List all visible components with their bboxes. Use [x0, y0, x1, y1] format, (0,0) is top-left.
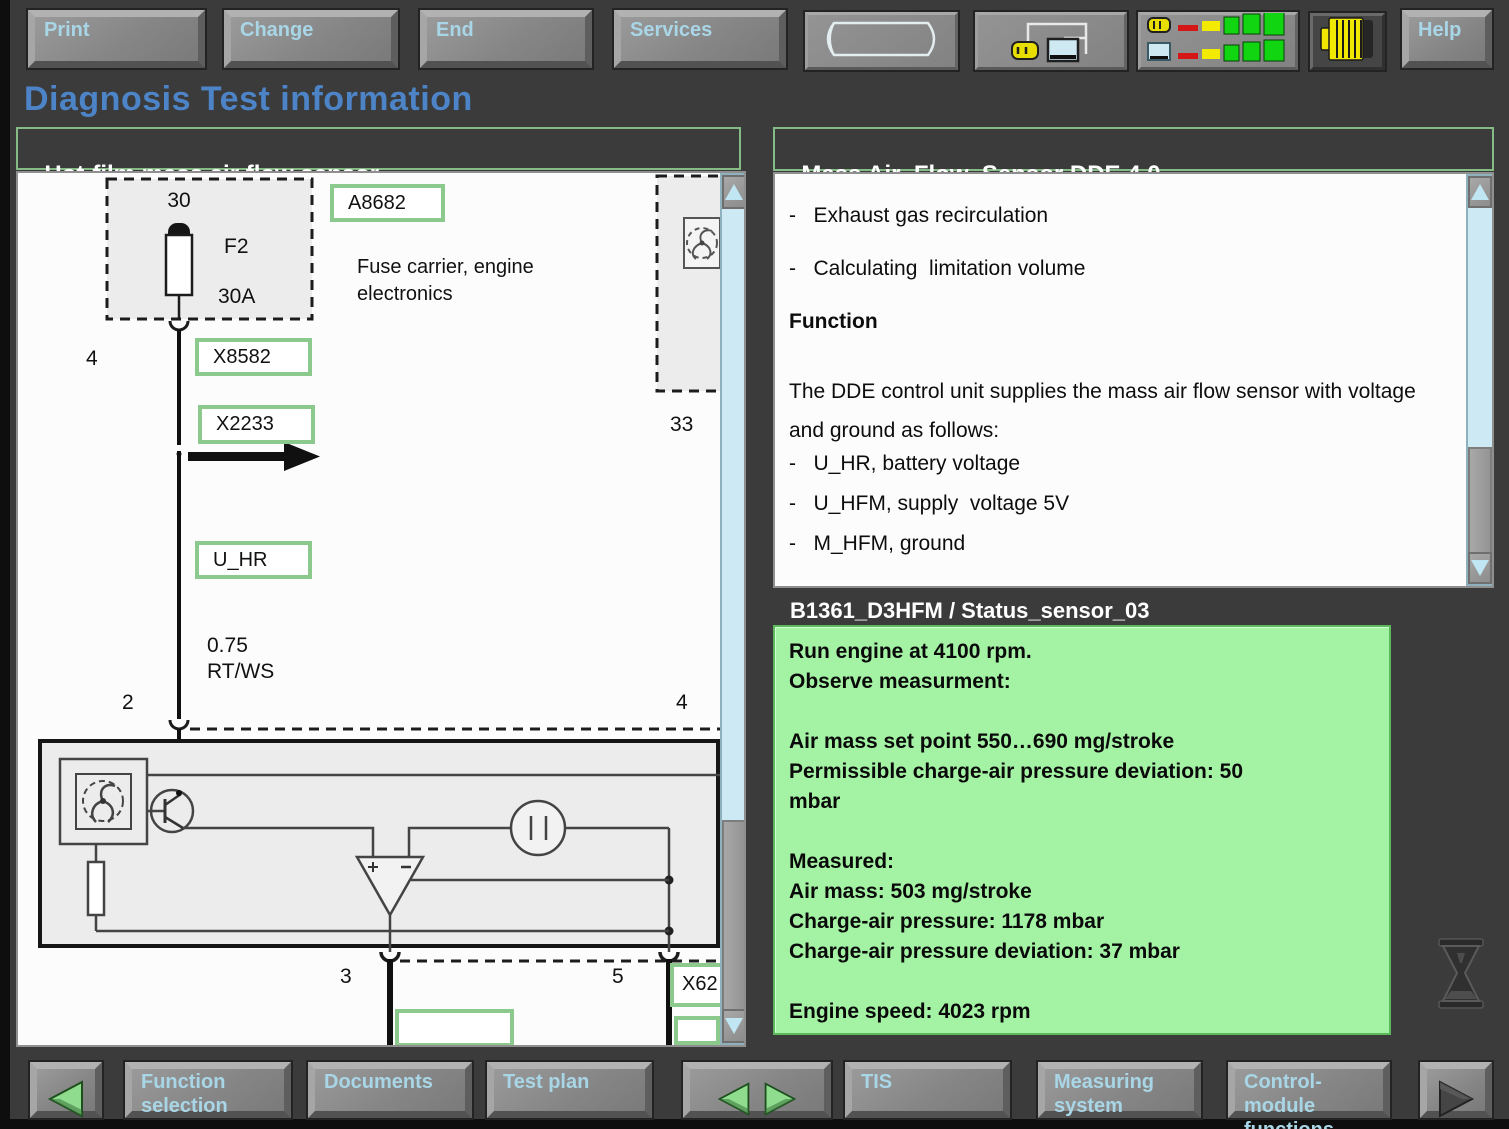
nav-right-arrow-icon	[762, 1057, 798, 1123]
hourglass-icon	[1427, 933, 1495, 1015]
measuring-system-button[interactable]: Measuring system	[1038, 1062, 1201, 1118]
connector-button[interactable]	[1310, 13, 1385, 70]
info-supply-uhfm: - U_HFM, supply voltage 5V	[789, 492, 1069, 516]
diagram-scroll-down-button[interactable]	[722, 1009, 746, 1043]
scroll-down-icon	[1471, 560, 1489, 576]
change-button[interactable]: Change	[224, 10, 398, 68]
documents-label: Documents	[324, 1071, 433, 1093]
info-panel: - Exhaust gas recirculation - Calculatin…	[773, 172, 1494, 588]
info-function-text: The DDE control unit supplies the mass a…	[789, 372, 1416, 450]
control-module-functions-label: Control-module functions	[1244, 1071, 1334, 1129]
measurement-panel: Run engine at 4100 rpm. Observe measurme…	[773, 625, 1391, 1035]
function-selection-label: Function selection	[141, 1071, 228, 1117]
diagram-scrollbar[interactable]	[720, 173, 746, 1045]
component-box-a8682: A8682	[330, 184, 445, 222]
help-button[interactable]: Help	[1402, 10, 1492, 68]
diagram-scroll-up-button[interactable]	[722, 175, 746, 209]
hose-icon	[816, 18, 948, 65]
back-arrow-icon	[46, 1056, 86, 1124]
control-module-functions-button[interactable]: Control-module functions	[1228, 1062, 1390, 1118]
page-title: Diagnosis Test information	[24, 80, 473, 119]
print-button[interactable]: Print	[28, 10, 205, 68]
component-box-empty-2	[674, 1016, 720, 1045]
fuse-rating-label: 30A	[218, 285, 255, 309]
fuse-carrier-note: Fuse carrier, engine electronics	[357, 254, 534, 308]
diagnosis-screen: { "colors": { "accent_blue": "#4d84c8", …	[0, 0, 1509, 1129]
component-box-u-hr: U_HR	[195, 541, 312, 579]
status-header: B1361_D3HFM / Status_sensor_03	[790, 598, 1150, 624]
connection-diagram-button[interactable]	[975, 12, 1127, 70]
function-selection-button[interactable]: Function selection	[125, 1062, 291, 1118]
info-scrollbar-thumb[interactable]	[1468, 447, 1492, 555]
services-button[interactable]: Services	[614, 10, 786, 68]
nav-left-arrow-icon	[716, 1057, 752, 1123]
signal-quality-icon	[1146, 13, 1290, 70]
end-button-label: End	[436, 19, 474, 41]
right-panel-header: Mass Air Flow Sensor DDE 4.0	[773, 127, 1494, 171]
connection-diagram-icon	[986, 14, 1116, 69]
signal-quality-button[interactable]	[1138, 12, 1298, 70]
documents-button[interactable]: Documents	[308, 1062, 472, 1118]
scroll-up-icon	[725, 184, 743, 200]
tis-label: TIS	[861, 1071, 892, 1093]
test-plan-label: Test plan	[503, 1071, 589, 1093]
component-box-x2233: X2233	[198, 405, 315, 444]
back-button[interactable]	[30, 1062, 102, 1118]
services-button-label: Services	[630, 19, 712, 41]
scroll-up-icon	[1471, 184, 1489, 200]
tis-button[interactable]: TIS	[845, 1062, 1010, 1118]
end-button[interactable]: End	[420, 10, 592, 68]
forward-button[interactable]	[1420, 1062, 1492, 1118]
wiring-diagram-panel: 30 F2 30A A8682 Fuse carrier, engine ele…	[16, 171, 746, 1047]
info-scroll-down-button[interactable]	[1468, 552, 1492, 584]
diagram-scrollbar-thumb[interactable]	[722, 820, 746, 1012]
print-button-label: Print	[44, 19, 90, 41]
forward-arrow-icon	[1436, 1056, 1476, 1124]
help-button-label: Help	[1418, 19, 1461, 41]
left-edge-strip	[0, 0, 10, 1129]
hose-button[interactable]	[805, 12, 958, 70]
pin-5-label: 5	[612, 965, 624, 989]
pin-33-label: 33	[670, 413, 693, 437]
info-supply-uhr: - U_HR, battery voltage	[789, 452, 1020, 476]
wire-spec-label: 0.75 RT/WS	[207, 633, 274, 685]
component-box-empty-1	[395, 1009, 514, 1047]
page-nav-button[interactable]	[683, 1062, 831, 1118]
pin-2-label: 2	[122, 691, 134, 715]
info-scrollbar[interactable]	[1466, 174, 1494, 586]
fuse-name-label: F2	[224, 235, 249, 259]
info-scroll-up-button[interactable]	[1468, 176, 1492, 208]
info-supply-mhfm: - M_HFM, ground	[789, 532, 965, 556]
pin-4-right-label: 4	[676, 691, 688, 715]
test-plan-button[interactable]: Test plan	[487, 1062, 652, 1118]
connector-icon	[1317, 16, 1379, 67]
pin-4-left-label: 4	[86, 347, 98, 371]
info-function-heading: Function	[789, 310, 878, 334]
terminal-30-label: 30	[156, 189, 202, 213]
info-bullet-limitation: - Calculating limitation volume	[789, 257, 1085, 281]
pin-3-label: 3	[340, 965, 352, 989]
left-panel-header: Hot-film mass air flow sensor	[16, 127, 741, 170]
info-bullet-egr: - Exhaust gas recirculation	[789, 204, 1048, 228]
change-button-label: Change	[240, 19, 313, 41]
measuring-system-label: Measuring system	[1054, 1071, 1154, 1117]
component-box-x8582: X8582	[195, 338, 312, 376]
scroll-down-icon	[725, 1018, 743, 1034]
